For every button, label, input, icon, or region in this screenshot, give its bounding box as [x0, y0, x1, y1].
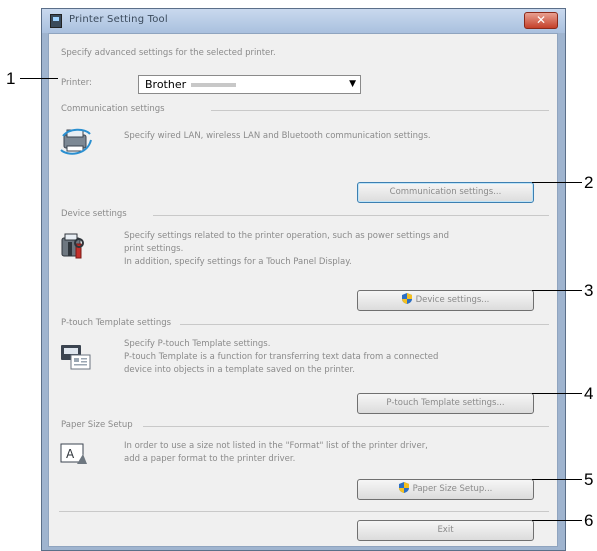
close-button[interactable]: ✕: [524, 12, 558, 29]
ptouch-template-settings-title: P-touch Template settings: [61, 318, 172, 328]
callout-6-leader: [532, 520, 582, 521]
ptouch-template-settings-button[interactable]: P-touch Template settings...: [357, 393, 534, 414]
section-divider: [153, 215, 549, 216]
callout-4-leader: [532, 393, 582, 394]
communication-settings-title: Communication settings: [61, 104, 165, 114]
network-printer-icon: [60, 128, 92, 155]
callout-4: 4: [584, 384, 594, 403]
communication-settings-button[interactable]: Communication settings...: [357, 182, 534, 203]
callout-5-leader: [532, 479, 582, 480]
printer-label: Printer:: [61, 78, 92, 88]
exit-button[interactable]: Exit: [357, 520, 534, 541]
device-settings-description-line2: print settings.: [124, 244, 184, 254]
device-settings-description-line1: Specify settings related to the printer …: [124, 231, 449, 241]
callout-3: 3: [584, 281, 594, 300]
printer-model-blurred: [191, 83, 236, 87]
ptouch-template-description-line1: Specify P-touch Template settings.: [124, 339, 271, 349]
callout-6: 6: [584, 511, 594, 530]
section-divider: [143, 426, 549, 427]
callout-2-leader: [532, 182, 582, 183]
section-divider: [180, 324, 549, 325]
device-settings-title: Device settings: [61, 209, 127, 219]
communication-settings-description: Specify wired LAN, wireless LAN and Blue…: [124, 131, 431, 141]
intro-text: Specify advanced settings for the select…: [61, 48, 276, 58]
uac-shield-icon: [401, 293, 412, 304]
svg-text:A: A: [66, 447, 75, 461]
callout-2: 2: [584, 173, 594, 192]
callout-5: 5: [584, 470, 594, 489]
title-bar[interactable]: Printer Setting Tool ✕: [42, 9, 565, 33]
device-settings-button-label: Device settings...: [415, 295, 490, 305]
printer-select[interactable]: Brother ▼: [138, 75, 361, 94]
device-settings-button[interactable]: Device settings...: [357, 290, 534, 311]
paper-size-icon: A: [60, 443, 87, 464]
ptouch-template-description-line3: device into objects in a template saved …: [124, 365, 355, 375]
client-area: Specify advanced settings for the select…: [48, 33, 558, 547]
paper-size-description-line2: add a paper format to the printer driver…: [124, 454, 296, 464]
footer-divider: [59, 511, 549, 512]
paper-size-setup-button-label: Paper Size Setup...: [412, 484, 493, 494]
window-title: Printer Setting Tool: [69, 14, 168, 25]
chevron-down-icon: ▼: [349, 79, 356, 89]
template-icon: [61, 345, 91, 370]
printer-select-value: Brother: [145, 78, 187, 91]
device-settings-description-line3: In addition, specify settings for a Touc…: [124, 257, 352, 267]
uac-shield-icon: [398, 482, 409, 493]
paper-size-description-line1: In order to use a size not listed in the…: [124, 441, 428, 451]
section-divider: [211, 110, 549, 111]
device-tools-icon: [61, 233, 84, 259]
app-icon: [50, 14, 62, 28]
paper-size-setup-button[interactable]: Paper Size Setup...: [357, 479, 534, 500]
callout-1: 1: [6, 69, 16, 88]
printer-setting-tool-window: Printer Setting Tool ✕ Specify advanced …: [41, 8, 566, 551]
ptouch-template-description-line2: P-touch Template is a function for trans…: [124, 352, 439, 362]
paper-size-setup-title: Paper Size Setup: [61, 420, 133, 430]
callout-3-leader: [532, 290, 582, 291]
callout-1-leader: [20, 78, 58, 79]
